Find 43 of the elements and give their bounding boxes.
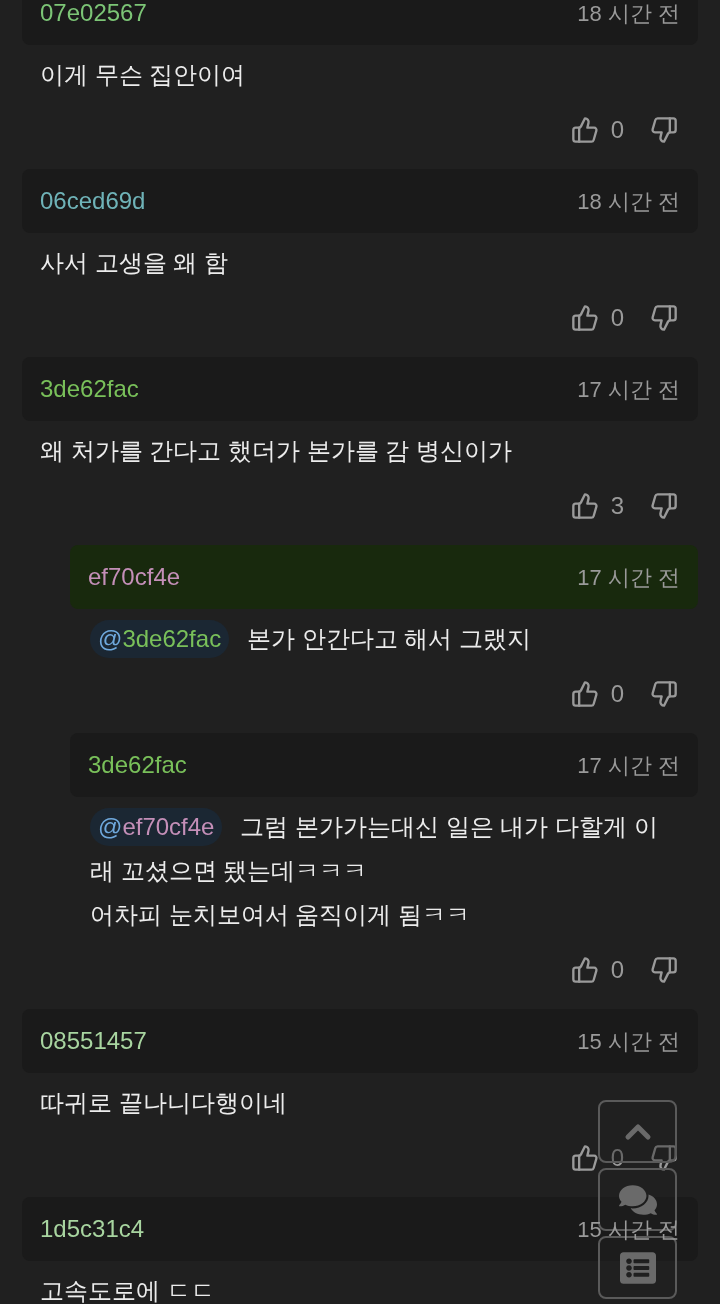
timestamp: 15 시간 전 bbox=[577, 1027, 680, 1056]
timestamp: 18 시간 전 bbox=[577, 0, 680, 28]
timestamp: 17 시간 전 bbox=[577, 375, 680, 404]
thumbs-up-icon[interactable] bbox=[570, 492, 599, 520]
list-icon bbox=[619, 1249, 656, 1286]
thumbs-up-icon[interactable] bbox=[570, 956, 599, 984]
like-count: 0 bbox=[610, 115, 624, 145]
comment-text: 이게 무슨 집안이여 bbox=[40, 60, 246, 90]
author-name[interactable]: 1d5c31c4 bbox=[40, 1211, 145, 1247]
thumbs-down-icon[interactable] bbox=[650, 492, 678, 520]
author-name[interactable]: 08551457 bbox=[40, 1023, 147, 1059]
thumbs-down-icon[interactable] bbox=[650, 956, 678, 984]
like-count: 0 bbox=[610, 679, 624, 709]
like-count: 0 bbox=[610, 303, 624, 333]
mention-tag[interactable]: @3de62fac bbox=[90, 620, 230, 658]
thumbs-up-icon[interactable] bbox=[570, 116, 599, 144]
like-count: 0 bbox=[610, 955, 624, 985]
thumbs-down-icon[interactable] bbox=[650, 1144, 678, 1172]
author-name[interactable]: 3de62fac bbox=[88, 747, 187, 783]
author-name[interactable]: ef70cf4e bbox=[88, 559, 181, 595]
comment-text: 그럼 본가가는대신 일은 내가 다할게 이 bbox=[240, 812, 658, 842]
comment-text: 래 꼬셨으면 됐는데ㅋㅋㅋ bbox=[90, 856, 368, 886]
thumbs-up-icon[interactable] bbox=[570, 304, 599, 332]
comment-text: 고속도로에 ㄷㄷ bbox=[40, 1276, 215, 1304]
thumbs-up-icon[interactable] bbox=[570, 1144, 599, 1172]
comment-text: 본가 안간다고 해서 그랬지 bbox=[247, 624, 532, 654]
thumbs-down-icon[interactable] bbox=[650, 304, 678, 332]
timestamp: 18 시간 전 bbox=[577, 187, 680, 216]
timestamp: 15 시간 전 bbox=[577, 1215, 680, 1244]
comment-text: 따귀로 끝나니다행이네 bbox=[40, 1088, 287, 1118]
mention-tag[interactable]: @ef70cf4e bbox=[90, 808, 223, 846]
author-name[interactable]: 06ced69d bbox=[40, 183, 146, 219]
comment-text: 왜 처가를 간다고 했더가 본가를 감 병신이가 bbox=[40, 436, 512, 466]
thumbs-down-icon[interactable] bbox=[650, 680, 678, 708]
comment-text: 어차피 눈치보여서 움직이게 됨ㅋㅋ bbox=[90, 900, 470, 930]
like-count: 3 bbox=[610, 491, 624, 521]
author-name[interactable]: 07e02567 bbox=[40, 0, 147, 31]
timestamp: 17 시간 전 bbox=[577, 563, 680, 592]
thumbs-down-icon[interactable] bbox=[650, 116, 678, 144]
timestamp: 17 시간 전 bbox=[577, 751, 680, 780]
thumbs-up-icon[interactable] bbox=[570, 680, 599, 708]
comment-text: 사서 고생을 왜 함 bbox=[40, 248, 228, 278]
author-name[interactable]: 3de62fac bbox=[40, 371, 139, 407]
